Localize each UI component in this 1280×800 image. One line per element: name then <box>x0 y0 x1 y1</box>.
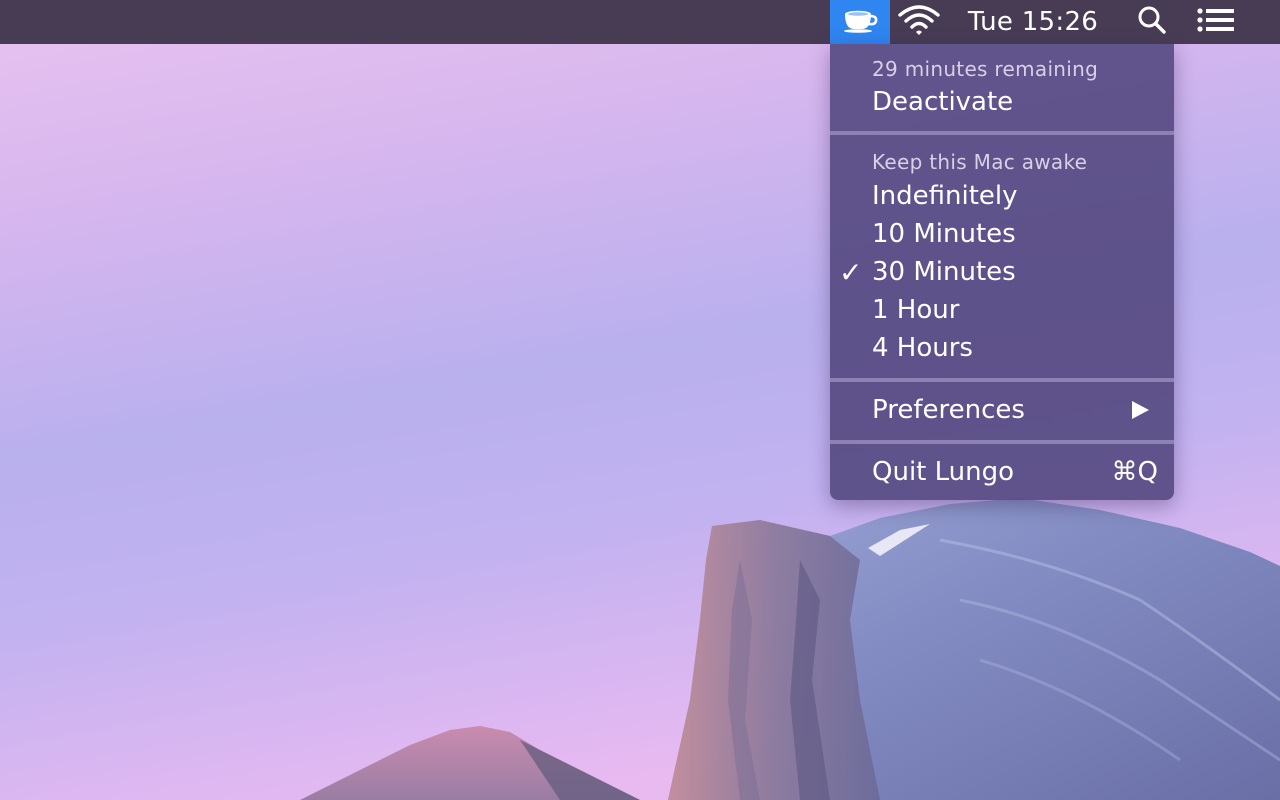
duration-item-10-minutes[interactable]: 10 Minutes <box>830 215 1174 253</box>
coffee-cup-icon <box>841 7 879 37</box>
lungo-menu: 29 minutes remaining Deactivate Keep thi… <box>830 44 1174 500</box>
wifi-icon <box>897 3 941 41</box>
duration-label: 1 Hour <box>872 295 960 325</box>
quit-shortcut: ⌘Q <box>1111 457 1158 487</box>
duration-label: 30 Minutes <box>872 257 1016 287</box>
submenu-arrow-icon <box>1130 399 1150 425</box>
lungo-status-item[interactable] <box>830 0 890 44</box>
keep-awake-header: Keep this Mac awake <box>872 150 1088 174</box>
wifi-status-item[interactable] <box>892 0 946 44</box>
duration-item-indefinitely[interactable]: Indefinitely <box>830 177 1174 215</box>
spotlight-status-item[interactable] <box>1128 0 1176 44</box>
quit-menu-item[interactable]: Quit Lungo ⌘Q <box>830 453 1174 491</box>
duration-label: 4 Hours <box>872 333 973 363</box>
checkmark-icon: ✓ <box>839 255 863 289</box>
half-dome-face <box>668 520 880 800</box>
separator <box>830 378 1174 382</box>
quit-label: Quit Lungo <box>872 457 1015 487</box>
duration-label: 10 Minutes <box>872 219 1016 249</box>
separator <box>830 131 1174 135</box>
duration-item-30-minutes[interactable]: ✓ 30 Minutes <box>830 253 1174 291</box>
magnifier-icon <box>1137 5 1167 39</box>
separator <box>830 440 1174 444</box>
menu-bar-clock[interactable]: Tue 15:26 <box>958 0 1108 44</box>
notification-center-icon <box>1197 8 1235 36</box>
duration-item-1-hour[interactable]: 1 Hour <box>830 291 1174 329</box>
preferences-menu-item[interactable]: Preferences <box>830 391 1174 429</box>
preferences-label: Preferences <box>872 395 1025 425</box>
deactivate-label: Deactivate <box>872 87 1014 117</box>
remaining-time-label: 29 minutes remaining <box>872 57 1099 81</box>
keep-awake-header-row: Keep this Mac awake <box>830 145 1174 179</box>
duration-label: Indefinitely <box>872 181 1018 211</box>
menu-bar: Tue 15:26 <box>0 0 1280 44</box>
notification-center-status-item[interactable] <box>1190 0 1242 44</box>
status-row: 29 minutes remaining <box>830 52 1174 86</box>
duration-item-4-hours[interactable]: 4 Hours <box>830 329 1174 367</box>
deactivate-menu-item[interactable]: Deactivate <box>830 83 1174 121</box>
